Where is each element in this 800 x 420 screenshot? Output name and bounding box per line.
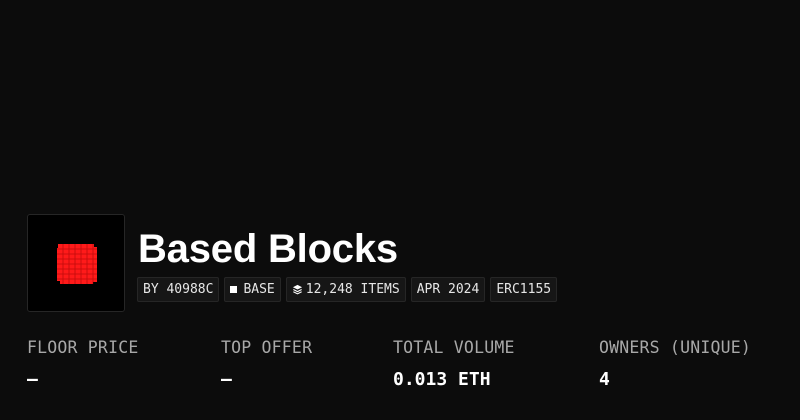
created-date: APR 2024 [416,282,480,297]
stat-floor-price: FLOOR PRICE — [27,337,138,392]
top-offer-value: — [221,369,232,390]
token-standard: ERC1155 [496,282,552,297]
collection-title: Based Blocks [138,227,398,271]
base-chain-icon [230,286,238,293]
floor-price-value: — [27,369,38,390]
stat-total-volume: TOTAL VOLUME 0.013 ETH [393,337,515,392]
owners-value: 4 [599,369,610,390]
date-chip: APR 2024 [410,277,486,302]
floor-price-label: FLOOR PRICE [27,338,139,357]
standard-chip: ERC1155 [490,277,558,302]
total-volume-value: 0.013 ETH [393,369,491,390]
stat-top-offer: TOP OFFER — [221,337,312,392]
layers-icon [292,284,303,295]
collection-avatar [27,214,125,312]
collection-header: Based Blocks BY 40988C BASE 12,248 ITEMS… [0,0,800,420]
top-offer-label: TOP OFFER [221,338,313,357]
chain-chip[interactable]: BASE [224,277,281,302]
stat-owners: OWNERS (UNIQUE) 4 [599,337,751,392]
red-block-logo-icon [57,244,97,284]
owners-label: OWNERS (UNIQUE) [599,338,752,357]
chain-label: BASE [243,282,275,297]
creator-label: BY 40988C [143,282,214,297]
creator-chip[interactable]: BY 40988C [137,277,220,302]
collection-meta-chips: BY 40988C BASE 12,248 ITEMS APR 2024 ERC… [137,277,558,302]
items-chip: 12,248 ITEMS [285,277,406,302]
items-count: 12,248 ITEMS [305,282,400,297]
total-volume-label: TOTAL VOLUME [393,338,515,357]
